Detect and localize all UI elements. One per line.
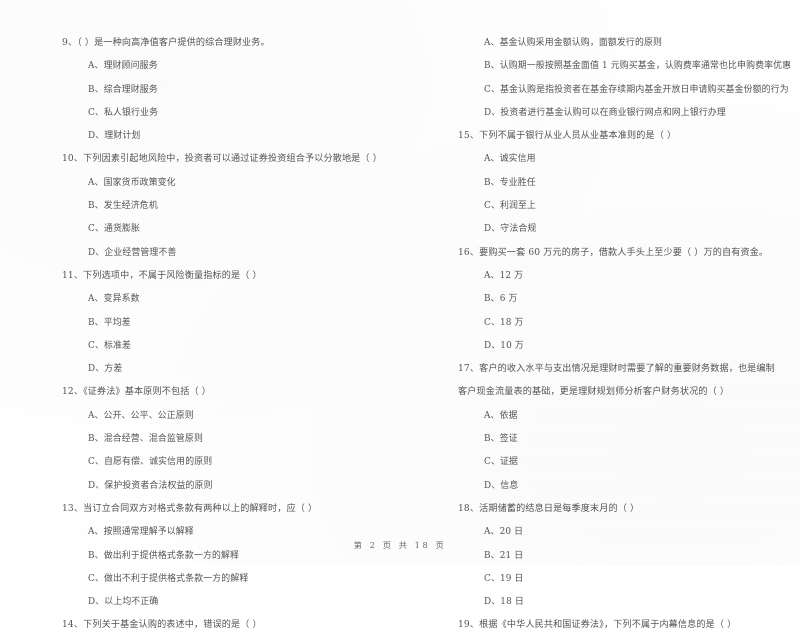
question-16: 16、要购买一套 60 万元的房子，借款人手头上至少要（ ）万的自有资金。 A、… bbox=[458, 242, 780, 358]
question-13-option-c: C、做出不利于提供格式条款一方的解释 bbox=[88, 573, 249, 584]
scanned-page-sheet: 9、（ ）是一种向高净值客户提供的综合理财业务。 A、理财顾问服务 B、综合理财… bbox=[0, 0, 800, 630]
question-13-option-d: D、以上均不正确 bbox=[88, 597, 159, 608]
question-column-left: 9、（ ）是一种向高净值客户提供的综合理财业务。 A、理财顾问服务 B、综合理财… bbox=[0, 0, 400, 630]
question-13: 13、当订立合同双方对格式条款有两种以上的解释时，应（ ） A、按照通常理解予以… bbox=[62, 498, 386, 614]
question-12-stem: 12、《证券法》基本原则不包括（ ） bbox=[62, 387, 212, 398]
question-14-option-a: A、基金认购采用金额认购，面额发行的原则 bbox=[484, 38, 663, 48]
question-17-stem: 17、客户的收入水平与支出情况是理财时需要了解的重要财务数据，也是编制客户现金流… bbox=[458, 364, 775, 398]
question-14-option-b: B、认购期一般按照基金面值 1 元购买基金，认购费率通常也比申购费率优惠 bbox=[484, 61, 792, 72]
question-16-option-b: B、6 万 bbox=[484, 294, 518, 305]
question-17: 17、客户的收入水平与支出情况是理财时需要了解的重要财务数据，也是编制客户现金流… bbox=[458, 358, 780, 498]
question-15-stem: 15、下列不属于银行从业人员从业基本准则的是（ ） bbox=[458, 131, 677, 142]
question-18-option-c: C、19 日 bbox=[484, 573, 524, 584]
question-11: 11、下列选项中，不属于风险衡量指标的是（ ） A、变异系数 B、平均差 C、标… bbox=[62, 265, 386, 381]
question-10-option-a: A、国家货币政策变化 bbox=[88, 177, 176, 188]
question-13-stem: 13、当订立合同双方对格式条款有两种以上的解释时，应（ ） bbox=[62, 503, 318, 514]
question-9: 9、（ ）是一种向高净值客户提供的综合理财业务。 A、理财顾问服务 B、综合理财… bbox=[62, 32, 386, 148]
question-9-option-d: D、理财计划 bbox=[88, 131, 141, 142]
question-18-option-d: D、18 日 bbox=[484, 597, 524, 608]
question-12-option-c: C、自愿有偿、诚实信用的原则 bbox=[88, 457, 213, 468]
question-12-option-b: B、混合经营、混合监管原则 bbox=[88, 434, 203, 445]
question-16-option-d: D、10 万 bbox=[484, 340, 524, 351]
question-10-option-b: B、发生经济危机 bbox=[88, 201, 158, 212]
question-12: 12、《证券法》基本原则不包括（ ） A、公开、公平、公正原则 B、混合经营、混… bbox=[62, 381, 386, 497]
question-10-option-d: D、企业经营管理不善 bbox=[88, 247, 177, 258]
question-14-stem: 14、下列关于基金认购的表述中，错误的是（ ） bbox=[62, 620, 262, 631]
question-9-option-b: B、综合理财服务 bbox=[88, 84, 158, 95]
question-19: 19、根据《中华人民共和国证券法》，下列不属于内幕信息的是（ ） bbox=[458, 614, 780, 637]
question-10-option-c: C、通货膨胀 bbox=[88, 224, 141, 235]
question-19-stem: 19、根据《中华人民共和国证券法》，下列不属于内幕信息的是（ ） bbox=[458, 620, 737, 631]
question-17-option-d: D、信息 bbox=[484, 480, 519, 491]
question-9-option-c: C、私人银行业务 bbox=[88, 107, 159, 118]
question-9-option-a: A、理财顾问服务 bbox=[88, 61, 158, 72]
question-14-options-continued: A、基金认购采用金额认购，面额发行的原则 B、认购期一般按照基金面值 1 元购买… bbox=[458, 32, 792, 125]
question-15-option-b: B、专业胜任 bbox=[484, 177, 536, 188]
question-17-option-c: C、证据 bbox=[484, 457, 519, 468]
question-12-option-a: A、公开、公平、公正原则 bbox=[88, 410, 194, 421]
question-14-option-d: D、投资者进行基金认购可以在商业银行网点和网上银行办理 bbox=[484, 107, 726, 118]
question-10: 10、下列因素引起地风险中，投资者可以通过证券投资组合予以分散地是（ ） A、国… bbox=[62, 148, 386, 264]
question-column-right: A、基金认购采用金额认购，面额发行的原则 B、认购期一般按照基金面值 1 元购买… bbox=[400, 0, 800, 630]
question-11-option-c: C、标准差 bbox=[88, 340, 132, 351]
question-15-option-a: A、诚实信用 bbox=[484, 154, 536, 165]
question-16-option-c: C、18 万 bbox=[484, 317, 524, 328]
page-footer: 第 2 页 共 18 页 bbox=[353, 540, 447, 550]
question-9-stem: 9、（ ）是一种向高净值客户提供的综合理财业务。 bbox=[62, 38, 270, 48]
question-11-option-b: B、平均差 bbox=[88, 317, 131, 328]
question-18: 18、活期储蓄的结息日是每季度末月的（ ） A、20 日 B、21 日 C、19… bbox=[458, 498, 780, 614]
question-14: 14、下列关于基金认购的表述中，错误的是（ ） bbox=[62, 614, 386, 637]
question-15: 15、下列不属于银行从业人员从业基本准则的是（ ） A、诚实信用 B、专业胜任 … bbox=[458, 125, 780, 241]
question-10-stem: 10、下列因素引起地风险中，投资者可以通过证券投资组合予以分散地是（ ） bbox=[62, 154, 382, 165]
question-11-option-a: A、变异系数 bbox=[88, 294, 140, 305]
question-15-option-d: D、守法合规 bbox=[484, 224, 537, 235]
question-14-option-c: C、基金认购是指投资者在基金存续期内基金开放日申请购买基金份额的行为 bbox=[484, 84, 789, 95]
exam-question-body: 9、（ ）是一种向高净值客户提供的综合理财业务。 A、理财顾问服务 B、综合理财… bbox=[0, 0, 800, 630]
question-18-stem: 18、活期储蓄的结息日是每季度末月的（ ） bbox=[458, 503, 640, 514]
question-11-option-d: D、方差 bbox=[88, 364, 123, 375]
question-15-option-c: C、利润至上 bbox=[484, 201, 537, 212]
question-12-option-d: D、保护投资者合法权益的原则 bbox=[88, 480, 213, 491]
question-17-option-a: A、依据 bbox=[484, 410, 518, 421]
question-16-stem: 16、要购买一套 60 万元的房子，借款人手头上至少要（ ）万的自有资金。 bbox=[458, 247, 769, 258]
question-17-option-b: B、签证 bbox=[484, 434, 518, 445]
question-11-stem: 11、下列选项中，不属于风险衡量指标的是（ ） bbox=[62, 270, 262, 281]
question-16-option-a: A、12 万 bbox=[484, 270, 524, 281]
